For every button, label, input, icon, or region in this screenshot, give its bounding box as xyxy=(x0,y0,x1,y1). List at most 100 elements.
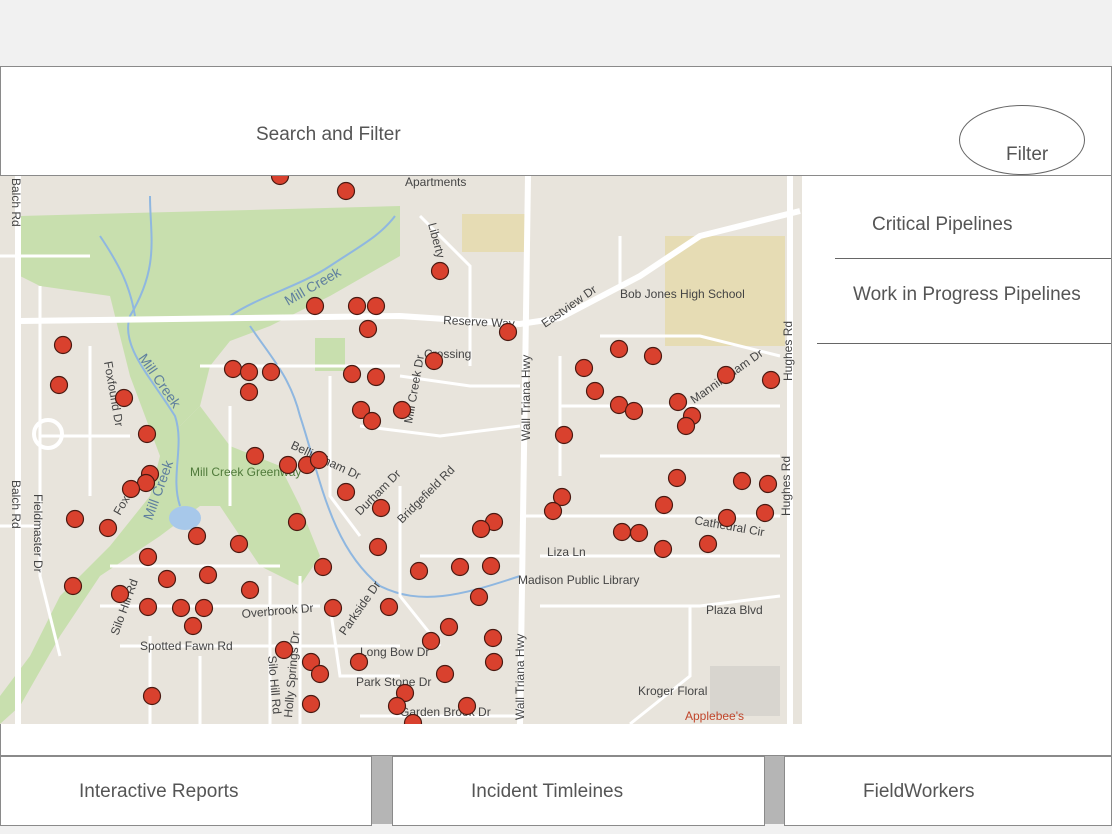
pipeline-marker[interactable] xyxy=(368,537,388,557)
pipeline-marker[interactable] xyxy=(484,652,504,672)
map-label-liza-ln: Liza Ln xyxy=(547,545,586,559)
search-filter-label[interactable]: Search and Filter xyxy=(256,124,401,146)
filter-button-label[interactable]: Filter xyxy=(1006,144,1048,166)
pipeline-marker[interactable] xyxy=(430,261,450,281)
tab-label: FieldWorkers xyxy=(863,781,975,802)
pipeline-marker[interactable] xyxy=(342,364,362,384)
pipeline-marker[interactable] xyxy=(574,358,594,378)
pipeline-marker[interactable] xyxy=(313,557,333,577)
pipeline-marker[interactable] xyxy=(392,400,412,420)
pipeline-marker[interactable] xyxy=(309,450,329,470)
pipeline-marker[interactable] xyxy=(667,468,687,488)
tab-separator xyxy=(372,756,392,824)
pipeline-marker[interactable] xyxy=(717,508,737,528)
pipeline-marker[interactable] xyxy=(98,518,118,538)
pipeline-marker[interactable] xyxy=(554,425,574,445)
pipeline-marker[interactable] xyxy=(421,631,441,651)
pipeline-marker[interactable] xyxy=(347,296,367,316)
pipeline-marker[interactable] xyxy=(668,392,688,412)
pipeline-marker[interactable] xyxy=(240,580,260,600)
pipeline-marker[interactable] xyxy=(654,495,674,515)
critical-pipelines-item[interactable]: Critical Pipelines xyxy=(872,214,1012,236)
pipeline-marker[interactable] xyxy=(114,388,134,408)
pipeline-marker[interactable] xyxy=(366,296,386,316)
map-label-fieldmaster-dr: Fieldmaster Dr xyxy=(31,494,45,573)
pipeline-marker[interactable] xyxy=(49,375,69,395)
map-canvas[interactable]: Apartments Liberty Mill Creek Mill Creek… xyxy=(0,176,802,724)
pipeline-marker[interactable] xyxy=(379,597,399,617)
pipeline-marker[interactable] xyxy=(301,694,321,714)
map-label-hughes-rd-1: Hughes Rd xyxy=(781,321,795,381)
pipeline-marker[interactable] xyxy=(142,686,162,706)
pipeline-marker[interactable] xyxy=(732,471,752,491)
pipeline-marker[interactable] xyxy=(336,181,356,201)
pipeline-marker[interactable] xyxy=(457,696,477,716)
map-label-madison-library: Madison Public Library xyxy=(518,573,639,587)
pipeline-marker[interactable] xyxy=(609,339,629,359)
pipeline-marker[interactable] xyxy=(543,501,563,521)
pipeline-marker[interactable] xyxy=(63,576,83,596)
pipeline-marker[interactable] xyxy=(761,370,781,390)
pipeline-marker[interactable] xyxy=(261,362,281,382)
pipeline-marker[interactable] xyxy=(53,335,73,355)
pipeline-marker[interactable] xyxy=(758,474,778,494)
pipeline-marker[interactable] xyxy=(585,381,605,401)
pipeline-marker[interactable] xyxy=(65,509,85,529)
pipeline-marker[interactable] xyxy=(362,411,382,431)
tab-fieldworkers[interactable]: FieldWorkers xyxy=(784,756,1112,826)
pipeline-marker[interactable] xyxy=(229,534,249,554)
pipeline-marker[interactable] xyxy=(198,565,218,585)
pipeline-marker[interactable] xyxy=(409,561,429,581)
pipeline-marker[interactable] xyxy=(157,569,177,589)
pipeline-marker[interactable] xyxy=(387,696,407,716)
pipeline-marker[interactable] xyxy=(643,346,663,366)
pipeline-marker[interactable] xyxy=(469,587,489,607)
pipeline-marker[interactable] xyxy=(716,365,736,385)
pipeline-marker[interactable] xyxy=(194,598,214,618)
pipeline-marker[interactable] xyxy=(305,296,325,316)
pipeline-marker[interactable] xyxy=(245,446,265,466)
pipeline-marker[interactable] xyxy=(676,416,696,436)
pipeline-marker[interactable] xyxy=(358,319,378,339)
pipeline-marker[interactable] xyxy=(755,503,775,523)
pipeline-marker[interactable] xyxy=(121,479,141,499)
pipeline-marker[interactable] xyxy=(336,482,356,502)
tab-incident-timelines[interactable]: Incident Timleines xyxy=(392,756,765,826)
pipeline-marker[interactable] xyxy=(239,362,259,382)
pipeline-marker[interactable] xyxy=(239,382,259,402)
pipeline-marker[interactable] xyxy=(698,534,718,554)
work-in-progress-pipelines-item[interactable]: Work in Progress Pipelines xyxy=(853,284,1081,306)
pipeline-marker[interactable] xyxy=(450,557,470,577)
pipeline-marker[interactable] xyxy=(481,556,501,576)
pipeline-marker[interactable] xyxy=(223,359,243,379)
pipeline-marker[interactable] xyxy=(110,584,130,604)
pipeline-marker[interactable] xyxy=(187,526,207,546)
map-label-wall-triana-2: Wall Triana Hwy xyxy=(513,634,527,720)
pipeline-marker[interactable] xyxy=(183,616,203,636)
pipeline-marker[interactable] xyxy=(310,664,330,684)
pipeline-marker[interactable] xyxy=(371,498,391,518)
pipeline-marker[interactable] xyxy=(278,455,298,475)
pipeline-marker[interactable] xyxy=(137,424,157,444)
pipeline-marker[interactable] xyxy=(349,652,369,672)
pipeline-marker[interactable] xyxy=(138,597,158,617)
pipeline-marker[interactable] xyxy=(629,523,649,543)
tab-interactive-reports[interactable]: Interactive Reports xyxy=(0,756,372,826)
pipeline-marker[interactable] xyxy=(366,367,386,387)
pipeline-marker[interactable] xyxy=(138,547,158,567)
pipeline-marker[interactable] xyxy=(274,640,294,660)
map-label-kroger-floral: Kroger Floral xyxy=(638,684,707,698)
pipeline-marker[interactable] xyxy=(498,322,518,342)
pipeline-marker[interactable] xyxy=(471,519,491,539)
pipeline-marker[interactable] xyxy=(435,664,455,684)
pipeline-marker[interactable] xyxy=(653,539,673,559)
pipeline-marker[interactable] xyxy=(424,351,444,371)
pipeline-marker[interactable] xyxy=(171,598,191,618)
pipeline-marker[interactable] xyxy=(483,628,503,648)
pipeline-marker[interactable] xyxy=(287,512,307,532)
pipeline-marker[interactable] xyxy=(323,598,343,618)
pipeline-map[interactable]: Apartments Liberty Mill Creek Mill Creek… xyxy=(0,176,802,724)
pipeline-marker[interactable] xyxy=(624,401,644,421)
pipeline-marker[interactable] xyxy=(612,522,632,542)
pipeline-marker[interactable] xyxy=(439,617,459,637)
